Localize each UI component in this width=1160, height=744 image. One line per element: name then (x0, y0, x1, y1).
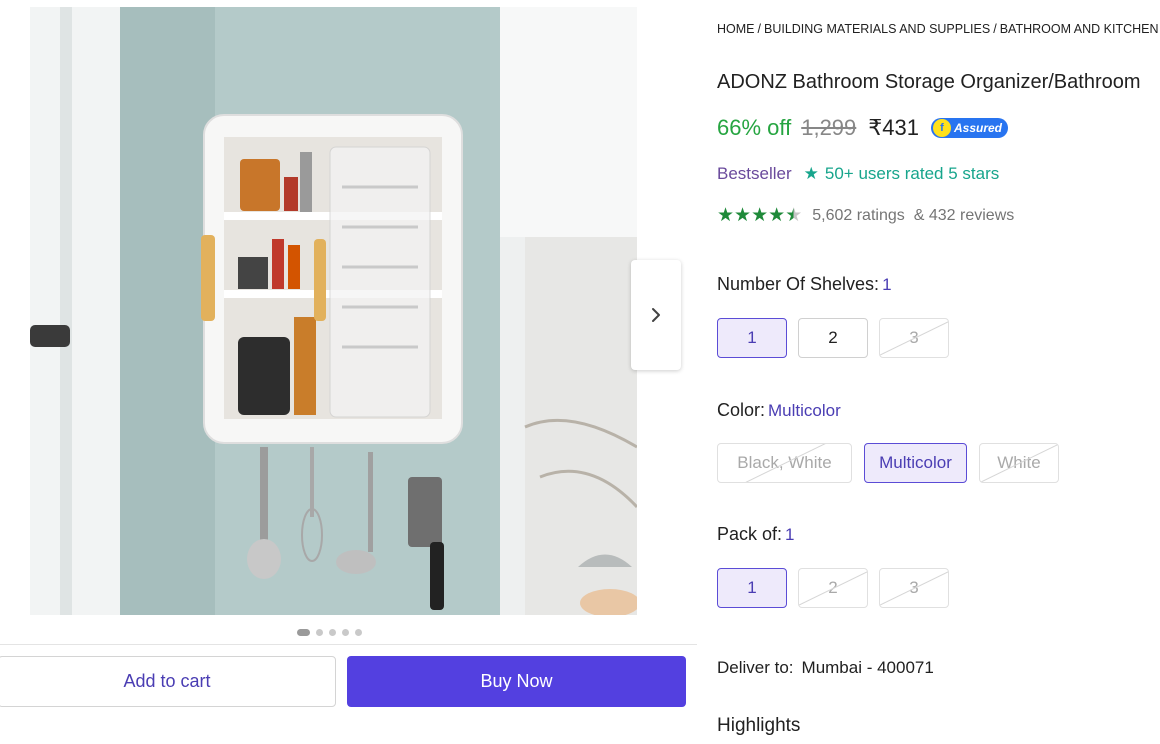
breadcrumb-separator: / (993, 22, 997, 36)
bestseller-row: Bestseller ★ 50+ users rated 5 stars (717, 164, 999, 184)
next-image-button[interactable] (631, 260, 681, 370)
star-icon: ★ (717, 205, 735, 226)
pagination-dot[interactable] (297, 629, 310, 636)
color-selected-value: Multicolor (768, 401, 841, 420)
discount-percent: 66% off (717, 115, 792, 140)
pack-selected-value: 1 (785, 525, 795, 544)
pack-option-3[interactable]: 3 (879, 568, 949, 608)
image-pagination-dots (297, 629, 362, 636)
breadcrumb-item[interactable]: BATHROOM AND KITCHEN (1000, 22, 1159, 36)
shelves-label: Number Of Shelves: 1 (717, 274, 892, 295)
pagination-dot[interactable] (316, 629, 323, 636)
color-option-black-white[interactable]: Black, White (717, 443, 852, 483)
highlights-heading: Highlights (717, 715, 801, 736)
color-option-multicolor[interactable]: Multicolor (864, 443, 967, 483)
deliver-to-label: Deliver to: (717, 658, 794, 677)
users-rated-text: 50+ users rated 5 stars (824, 164, 1000, 183)
star-rating: ★ ★ ★ ★ ★ (717, 206, 802, 225)
breadcrumb: HOME / BUILDING MATERIALS AND SUPPLIES / BAT… (717, 22, 1159, 36)
price-row: 66% off 1,299 ₹431 f Assured (717, 115, 1009, 141)
bestseller-label: Bestseller (717, 164, 792, 183)
shelves-option-2[interactable]: 2 (798, 318, 868, 358)
pack-option-2[interactable]: 2 (798, 568, 868, 608)
divider (0, 644, 697, 645)
star-icon: ★ (751, 205, 769, 226)
breadcrumb-separator: / (757, 22, 761, 36)
color-option-white[interactable]: White (979, 443, 1059, 483)
shelves-selected-value: 1 (882, 275, 892, 294)
ratings-count: 5,602 ratings (812, 206, 905, 224)
reviews-count: & 432 reviews (913, 206, 1015, 224)
product-title: ADONZ Bathroom Storage Organizer/Bathroo… (717, 71, 1141, 93)
image-gallery: Add to cart Buy Now (0, 0, 700, 744)
pack-label: Pack of: 1 (717, 524, 795, 545)
buy-now-button[interactable]: Buy Now (347, 656, 686, 707)
assured-label: Assured (953, 121, 1003, 135)
selling-price: ₹431 (868, 115, 919, 140)
pack-label-text: Pack of: (717, 524, 783, 544)
pagination-dot[interactable] (342, 629, 349, 636)
original-price: 1,299 (801, 115, 857, 140)
chevron-right-icon (652, 308, 660, 322)
rating-row[interactable]: ★ ★ ★ ★ ★ 5,602 ratings & 432 reviews (717, 206, 1014, 225)
pagination-dot[interactable] (329, 629, 336, 636)
pack-option-1[interactable]: 1 (717, 568, 787, 608)
sparkle-star-icon: ★ (803, 164, 819, 183)
half-star-icon: ★ (785, 205, 803, 226)
star-icon: ★ (768, 205, 786, 226)
product-photo (30, 7, 637, 615)
star-icon: ★ (734, 205, 752, 226)
breadcrumb-item[interactable]: HOME (717, 22, 755, 36)
pagination-dot[interactable] (355, 629, 362, 636)
assured-badge: f Assured (930, 118, 1009, 138)
shelves-option-1[interactable]: 1 (717, 318, 787, 358)
color-label-text: Color: (717, 400, 766, 420)
product-details: HOME / BUILDING MATERIALS AND SUPPLIES / BAT… (717, 0, 1160, 744)
breadcrumb-item[interactable]: BUILDING MATERIALS AND SUPPLIES (764, 22, 990, 36)
shelves-option-3[interactable]: 3 (879, 318, 949, 358)
color-label: Color: Multicolor (717, 400, 841, 421)
product-image[interactable] (30, 7, 637, 615)
shelves-label-text: Number Of Shelves: (717, 274, 880, 294)
delivery-row[interactable]: Deliver to: Mumbai - 400071 (717, 658, 934, 678)
add-to-cart-button[interactable]: Add to cart (0, 656, 336, 707)
assured-icon: f (932, 119, 951, 137)
delivery-location: Mumbai - 400071 (801, 658, 934, 677)
